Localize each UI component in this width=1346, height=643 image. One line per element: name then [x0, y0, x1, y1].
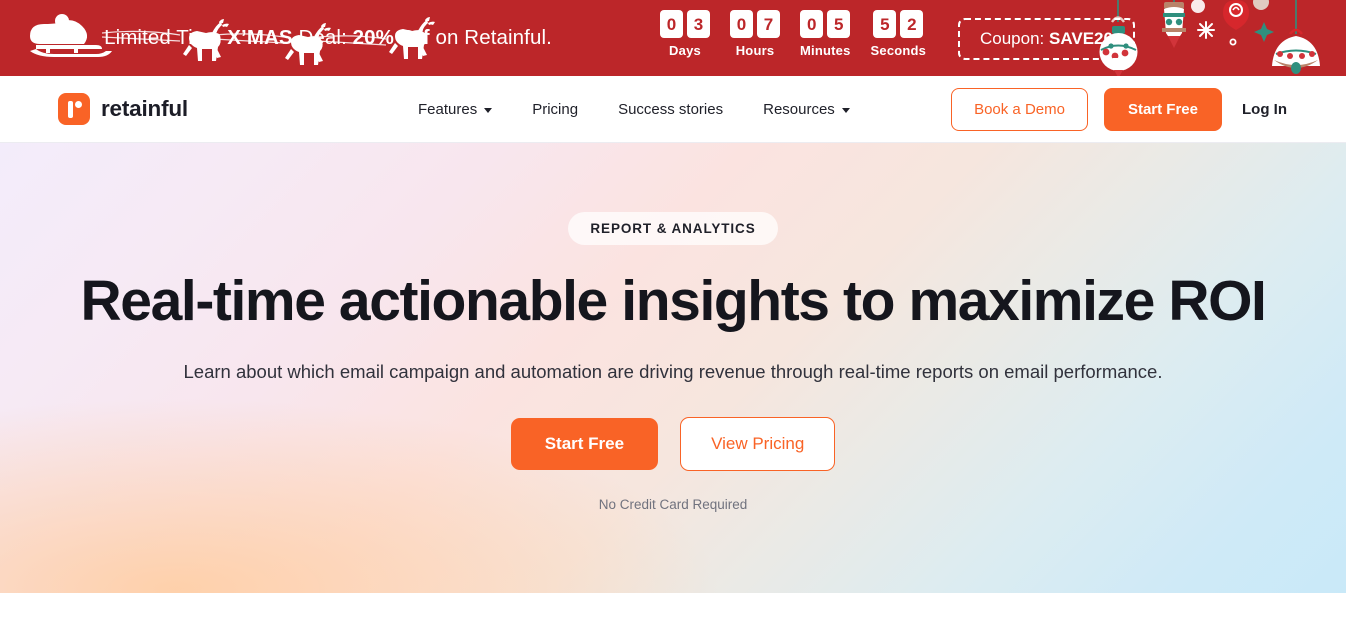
logo-dot — [75, 101, 82, 108]
coupon-label: Coupon: — [980, 29, 1049, 48]
countdown-minutes-digits: 0 5 — [800, 10, 851, 38]
countdown-days-digit-1: 0 — [660, 10, 683, 38]
hero-cta-group: Start Free View Pricing — [0, 416, 1346, 471]
nav-item-success-stories-label: Success stories — [618, 100, 724, 118]
countdown-days-digits: 0 3 — [660, 10, 710, 38]
countdown-unit-seconds: 5 2 Seconds — [871, 10, 927, 58]
hero-section: REPORT & ANALYTICS Real-time actionable … — [0, 143, 1346, 593]
hero-start-free-button[interactable]: Start Free — [510, 417, 659, 470]
logo-stem — [68, 101, 73, 118]
nav-item-pricing-label: Pricing — [532, 100, 579, 118]
countdown-minutes-digit-1: 0 — [800, 10, 824, 38]
hero-note: No Credit Card Required — [598, 496, 748, 512]
promo-text-discount: 20% Off — [352, 26, 430, 49]
countdown-timer: 0 3 Days 0 7 Hours 0 5 Minutes 5 2 Secon… — [660, 10, 926, 58]
log-in-button[interactable]: Log In — [1238, 93, 1291, 126]
retainful-logo-icon — [58, 93, 90, 125]
countdown-minutes-label: Minutes — [800, 43, 851, 58]
nav-item-resources-label: Resources — [763, 100, 835, 118]
header-actions: Book a Demo Start Free Log In — [951, 87, 1291, 131]
countdown-unit-minutes: 0 5 Minutes — [800, 10, 851, 58]
hero-content: REPORT & ANALYTICS Real-time actionable … — [0, 143, 1346, 512]
nav-item-success-stories[interactable]: Success stories — [618, 101, 723, 118]
hero-badge: REPORT & ANALYTICS — [568, 212, 778, 245]
promo-text-prefix: Limited Time — [104, 26, 228, 49]
countdown-days-label: Days — [669, 43, 701, 58]
countdown-minutes-digit-2: 5 — [827, 10, 851, 38]
countdown-hours-label: Hours — [735, 43, 775, 58]
countdown-seconds-digit-2: 2 — [900, 10, 924, 38]
countdown-unit-days: 0 3 Days — [660, 10, 710, 58]
countdown-unit-hours: 0 7 Hours — [730, 10, 780, 58]
chevron-down-icon — [484, 107, 493, 113]
page-title: Real-time actionable insights to maximiz… — [80, 269, 1267, 333]
nav-item-features[interactable]: Features — [418, 100, 493, 118]
logo-wordmark: retainful — [101, 96, 188, 121]
start-free-button[interactable]: Start Free — [1103, 87, 1222, 131]
coupon-code-box[interactable]: Coupon: SAVE20 — [958, 18, 1135, 60]
countdown-hours-digits: 0 7 — [730, 10, 780, 38]
countdown-seconds-digits: 5 2 — [873, 10, 924, 38]
promo-banner: Limited Time X’MAS Deal: 20% Off on Reta… — [0, 0, 1346, 76]
nav-item-features-label: Features — [418, 100, 478, 118]
countdown-seconds-digit-1: 5 — [873, 10, 897, 38]
hero-view-pricing-button[interactable]: View Pricing — [680, 416, 836, 471]
promo-text-mid: Deal: — [292, 26, 353, 49]
coupon-code: SAVE20 — [1049, 29, 1113, 48]
nav-item-resources[interactable]: Resources — [763, 101, 850, 118]
countdown-seconds-label: Seconds — [870, 43, 927, 58]
below-fold-section — [0, 593, 1346, 643]
countdown-hours-digit-1: 0 — [730, 10, 753, 38]
chevron-down-icon — [841, 107, 850, 113]
nav-item-pricing[interactable]: Pricing — [532, 101, 578, 118]
promo-text-xmas: X’MAS — [227, 26, 293, 49]
promo-banner-text: Limited Time X’MAS Deal: 20% Off on Reta… — [0, 26, 656, 50]
countdown-hours-digit-2: 7 — [757, 10, 780, 38]
countdown-days-digit-2: 3 — [687, 10, 710, 38]
site-header: retainful Features Pricing Success stori… — [0, 76, 1346, 143]
promo-text-suffix: on Retainful. — [429, 26, 552, 49]
hero-subtitle: Learn about which email campaign and aut… — [183, 360, 1163, 382]
site-logo[interactable]: retainful — [58, 93, 188, 125]
book-demo-button[interactable]: Book a Demo — [951, 87, 1088, 131]
main-navigation: Features Pricing Success stories Resourc… — [418, 101, 850, 118]
